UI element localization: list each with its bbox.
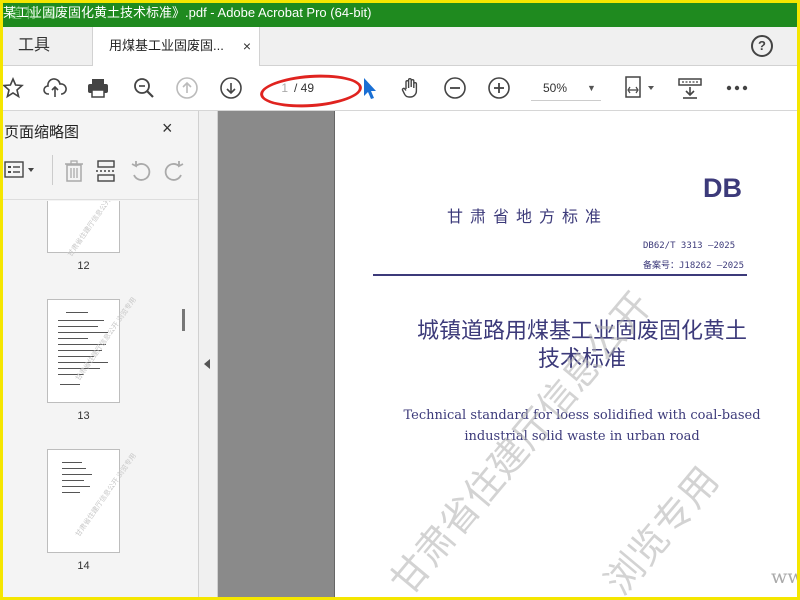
- thumb-text-line: [60, 384, 80, 385]
- zoom-in-icon[interactable]: [486, 75, 512, 101]
- tab-tools[interactable]: 工具: [0, 27, 92, 65]
- thumb-text-line: [62, 462, 82, 463]
- page-thumbnails-panel: 页面缩略图 × 甘肃省住建厅信息公开 浏览专用 12 甘肃省住建厅信息公开 浏览…: [0, 111, 199, 600]
- read-mode-icon[interactable]: [677, 75, 703, 101]
- thumbnail-watermark: 甘肃省住建厅信息公开 浏览专用: [74, 452, 138, 539]
- cloud-upload-icon[interactable]: [42, 75, 68, 101]
- select-cursor-icon[interactable]: [356, 75, 382, 101]
- standard-type: 甘肃省地方标准: [447, 207, 609, 226]
- rotate-left-icon[interactable]: [129, 159, 153, 188]
- hand-tool-icon[interactable]: [398, 75, 424, 101]
- english-title: Technical standard for loess solidified …: [373, 405, 791, 447]
- thumbnail-watermark: 甘肃省住建厅信息公开 浏览专用: [74, 296, 138, 383]
- panel-title: 页面缩略图: [4, 124, 80, 141]
- page-thumbnail[interactable]: 甘肃省住建厅信息公开 浏览专用: [47, 449, 138, 553]
- thumb-text-line: [66, 312, 88, 313]
- thumb-text-line: [62, 480, 84, 481]
- tab-close-icon[interactable]: ×: [243, 27, 251, 65]
- standard-code: DB62/T 3313 —2025: [643, 241, 736, 251]
- tab-document-label: 用煤基工业固废固...: [109, 38, 224, 53]
- panel-separator: [0, 199, 198, 200]
- chevron-down-icon: ▼: [587, 83, 596, 93]
- panel-toolbar-divider: [52, 155, 53, 185]
- next-page-icon[interactable]: [218, 75, 244, 101]
- previous-page-icon[interactable]: [174, 75, 200, 101]
- thumb-text-line: [58, 332, 108, 333]
- header-rule: [373, 274, 747, 276]
- thumb-text-line: [58, 326, 98, 327]
- site-watermark-url: www.cndao.com: [771, 566, 800, 588]
- thumb-text-line: [58, 320, 104, 321]
- document-page: DB 甘肃省地方标准 DB62/T 3313 —2025 备案号：J18262 …: [334, 111, 800, 600]
- bookmark-star-icon[interactable]: [0, 75, 26, 101]
- thumbnail-list: 甘肃省住建厅信息公开 浏览专用 12 甘肃省住建厅信息公开 浏览专用 13 甘肃…: [0, 201, 178, 600]
- thumbnail-watermark: 甘肃省住建厅信息公开 浏览专用: [66, 201, 130, 259]
- print-icon[interactable]: [85, 75, 111, 101]
- record-number: 备案号：J18262 —2025: [643, 261, 745, 271]
- window-titlebar: 某工业固废固化黄土技术标准》.pdf - Adobe Acrobat Pro (…: [0, 0, 800, 27]
- thumbnail-scrollbar[interactable]: [178, 201, 192, 600]
- tab-document[interactable]: 用煤基工业固废固... ×: [92, 27, 260, 66]
- english-title-line1: Technical standard for loess solidified …: [403, 408, 761, 423]
- scrollbar-thumb[interactable]: [182, 309, 185, 331]
- thumbnail-label: 14: [77, 560, 90, 572]
- zoom-level-select[interactable]: 50% ▼: [531, 76, 601, 101]
- zoom-out-icon[interactable]: [442, 75, 468, 101]
- thumb-text-line: [62, 474, 92, 475]
- document-canvas[interactable]: DB 甘肃省地方标准 DB62/T 3313 —2025 备案号：J18262 …: [218, 111, 800, 600]
- panel-close-icon[interactable]: ×: [162, 118, 173, 139]
- main-toolbar: 1 / 49 50% ▼: [0, 66, 800, 111]
- thumb-text-line: [62, 486, 90, 487]
- thumbnail-label: 12: [77, 260, 90, 272]
- zoom-level-value: 50%: [543, 81, 568, 95]
- thumbnail-label: 13: [77, 410, 90, 422]
- thumb-text-line: [62, 468, 86, 469]
- thumb-text-line: [62, 492, 80, 493]
- red-annotation-oval: [259, 71, 363, 111]
- page-watermark-line2: 浏览专用: [595, 458, 728, 600]
- delete-page-icon[interactable]: [63, 159, 85, 188]
- help-icon[interactable]: ?: [751, 35, 773, 57]
- english-title-line2: industrial solid waste in urban road: [464, 429, 700, 444]
- tab-bar: 工具 用煤基工业固废固... × ?: [0, 27, 800, 66]
- page-thumbnail[interactable]: 甘肃省住建厅信息公开 浏览专用: [47, 296, 138, 403]
- rotate-right-icon[interactable]: [162, 159, 186, 188]
- panel-collapse-handle[interactable]: [199, 111, 218, 600]
- more-options-icon[interactable]: [724, 75, 750, 101]
- zoom-search-icon[interactable]: [131, 75, 157, 101]
- collapse-arrow-icon: [204, 359, 210, 369]
- db-mark: DB: [703, 173, 742, 203]
- panel-toolbar: [0, 151, 198, 193]
- page-thumbnail[interactable]: 甘肃省住建厅信息公开 浏览专用: [47, 201, 130, 258]
- thumbnail-options-icon[interactable]: [4, 159, 40, 186]
- thumb-text-line: [58, 338, 88, 339]
- site-watermark-logo: 道标网: [8, 5, 59, 21]
- fit-page-icon[interactable]: [622, 75, 658, 101]
- extract-page-icon[interactable]: [95, 159, 119, 188]
